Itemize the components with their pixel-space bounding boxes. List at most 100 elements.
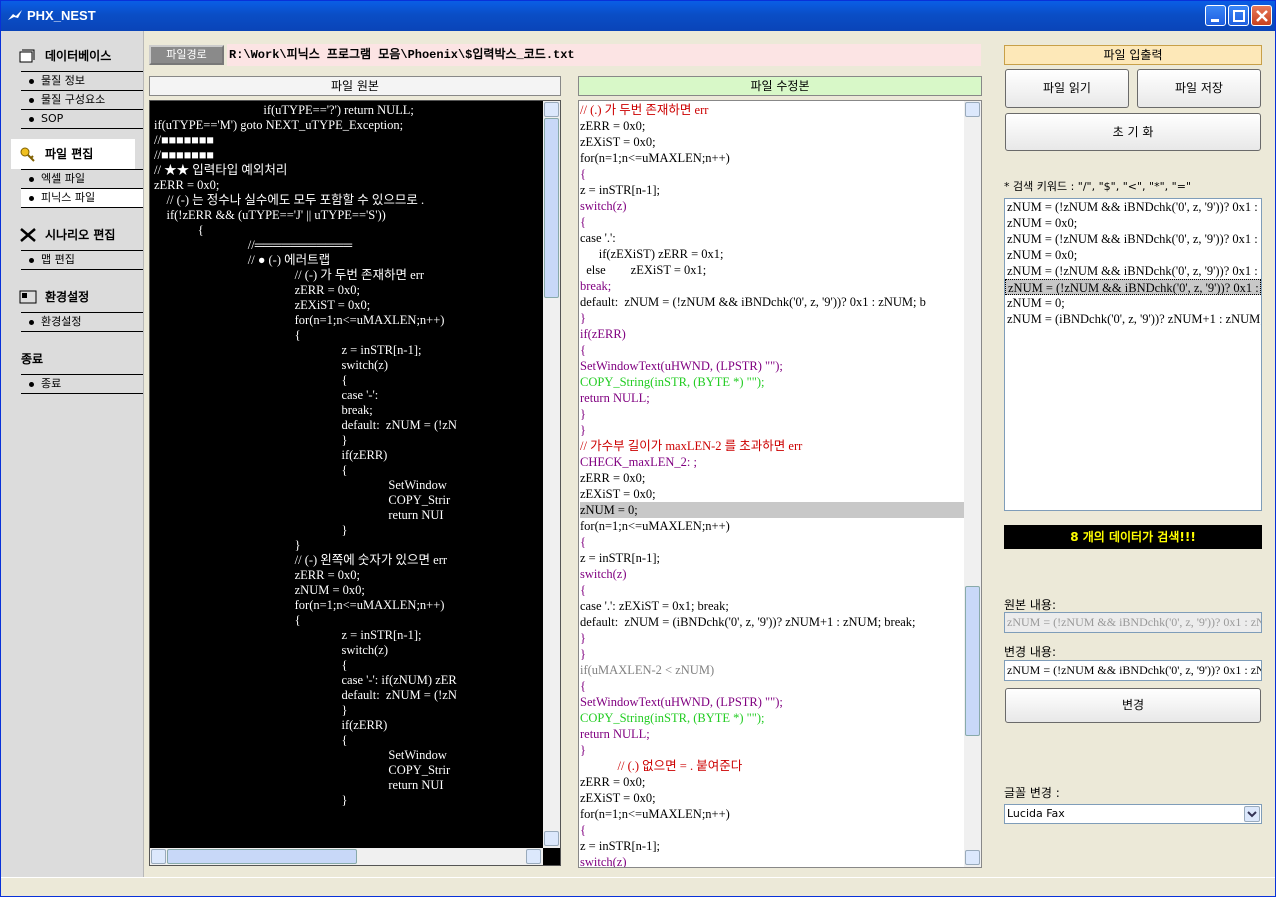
title-bar[interactable]: PHX_NEST [1, 1, 1275, 31]
nav-group-database: 데이터베이스 물질 정보 물질 구성요소 SOP [11, 41, 143, 130]
code-line: // (.) 가 두번 존재하면 err [580, 103, 709, 117]
code-line: break; [580, 279, 612, 293]
code-line: if(zERR) [580, 327, 626, 341]
nav-divider [21, 331, 143, 333]
nav-settings[interactable]: 환경설정 [11, 282, 135, 312]
code-line: } [154, 523, 348, 537]
nav-file-edit-label: 파일 편집 [45, 147, 94, 161]
apply-change-button[interactable]: 변경 [1005, 688, 1261, 723]
file-io-title: 파일 입출력 [1004, 45, 1262, 65]
nav-item-material-info[interactable]: 물질 정보 [21, 71, 143, 90]
code-line: if(zEXiST) zERR = 0x1; [580, 247, 724, 261]
nav-item-excel-file[interactable]: 엑셀 파일 [21, 169, 143, 188]
scroll-down-arrow-icon[interactable] [544, 831, 559, 846]
code-line: z = inSTR[n-1]; [154, 343, 422, 357]
nav-exit[interactable]: 종료 [11, 344, 135, 374]
search-result-row[interactable]: zNUM = 0; [1005, 295, 1261, 311]
original-code-editor[interactable]: if(uTYPE=='?') return NULL; if(uTYPE=='M'… [149, 100, 561, 866]
scroll-up-arrow-icon[interactable] [965, 102, 980, 117]
chevron-down-icon[interactable] [1244, 806, 1260, 822]
search-result-row[interactable]: zNUM = (iBNDchk('0', z, '9'))? zNUM+1 : … [1005, 311, 1261, 327]
code-line: switch(z) [580, 567, 627, 581]
nav-item-sop[interactable]: SOP [21, 109, 143, 128]
code-line: SetWindowText(uHWND, (LPSTR) ""); [580, 359, 783, 373]
maximize-icon [1233, 10, 1245, 22]
search-result-row[interactable]: zNUM = 0x0; [1005, 247, 1261, 263]
nav-divider [21, 393, 143, 395]
modified-code-lines: // (.) 가 두번 존재하면 err zERR = 0x0; zEXiST = … [580, 102, 964, 867]
code-line: CHECK_maxLEN_2: ; [580, 455, 698, 469]
code-line: } [154, 793, 348, 807]
code-line: default: zNUM = (!zN [154, 688, 457, 702]
search-result-row[interactable]: zNUM = (!zNUM && iBNDchk('0', z, '9'))? … [1005, 199, 1261, 215]
nav-file-edit[interactable]: 파일 편집 [11, 139, 135, 169]
code-line: break; [154, 403, 373, 417]
scroll-down-arrow-icon[interactable] [965, 850, 980, 865]
search-results-list[interactable]: zNUM = (!zNUM && iBNDchk('0', z, '9'))? … [1004, 198, 1262, 511]
scroll-up-arrow-icon[interactable] [544, 102, 559, 117]
code-line: if(zERR) [154, 718, 388, 732]
code-line: zEXiST = 0x0; [154, 298, 371, 312]
code-line: //■■■■■■■ [154, 148, 214, 162]
nav-item-material-components[interactable]: 물질 구성요소 [21, 90, 143, 109]
original-vertical-scrollbar[interactable] [543, 101, 560, 848]
code-line: COPY_String(inSTR, (BYTE *) ""); [580, 711, 765, 725]
modified-code-editor[interactable]: // (.) 가 두번 존재하면 err zERR = 0x0; zEXiST = … [578, 100, 982, 868]
search-result-row[interactable]: zNUM = (!zNUM && iBNDchk('0', z, '9'))? … [1005, 263, 1261, 279]
nav-divider [21, 269, 143, 271]
font-select-value: Lucida Fax [1007, 807, 1065, 820]
code-line: z = inSTR[n-1]; [580, 839, 660, 853]
code-line: //■■■■■■■ [154, 133, 214, 147]
scroll-right-arrow-icon[interactable] [526, 849, 541, 864]
bird-app-icon [8, 10, 22, 20]
close-button[interactable] [1251, 5, 1272, 26]
code-line: // ● (-) 에러트랩 [154, 253, 331, 267]
code-line: } [580, 311, 586, 325]
reset-button[interactable]: 초 기 화 [1005, 113, 1261, 151]
code-line: COPY_String(inSTR, (BYTE *) ""); [580, 375, 765, 389]
scroll-thumb[interactable] [965, 586, 980, 736]
code-line: { [154, 613, 301, 627]
nav-database-label: 데이터베이스 [45, 49, 112, 63]
nav-exit-label: 종료 [21, 352, 44, 366]
file-path-value[interactable]: R:\Work\피닉스 프로그램 모음\Phoenix\$입력박스_코드.txt [227, 44, 981, 66]
read-file-button[interactable]: 파일 읽기 [1005, 69, 1129, 108]
window-title: PHX_NEST [27, 8, 96, 23]
changed-content-field[interactable]: zNUM = (!zNUM && iBNDchk('0', z, '9'))? … [1004, 660, 1262, 681]
nav-item-exit[interactable]: 종료 [21, 374, 143, 393]
original-horizontal-scrollbar[interactable] [150, 848, 543, 865]
save-file-button[interactable]: 파일 저장 [1137, 69, 1261, 108]
scroll-thumb[interactable] [167, 849, 357, 864]
code-line: // ★★ 입력타입 예외처리 [154, 163, 288, 177]
code-line: for(n=1;n<=uMAXLEN;n++) [154, 598, 445, 612]
code-line: for(n=1;n<=uMAXLEN;n++) [580, 807, 730, 821]
search-result-row[interactable]: zNUM = 0x0; [1005, 215, 1261, 231]
code-line: switch(z) [154, 358, 389, 372]
nav-item-phoenix-file[interactable]: 피닉스 파일 [21, 188, 143, 207]
nav-scenario-edit[interactable]: 시나리오 편집 [11, 220, 135, 250]
scroll-left-arrow-icon[interactable] [151, 849, 166, 864]
code-line: } [580, 631, 586, 645]
code-line: } [154, 703, 348, 717]
code-line: z = inSTR[n-1]; [580, 183, 660, 197]
database-icon [19, 49, 35, 63]
search-result-row[interactable]: zNUM = (!zNUM && iBNDchk('0', z, '9'))? … [1005, 231, 1261, 247]
minimize-icon [1211, 19, 1219, 22]
nav-item-map-edit[interactable]: 맵 편집 [21, 250, 143, 269]
code-line: case '.': zEXiST = 0x1; break; [580, 599, 729, 613]
modified-pane-title: 파일 수정본 [578, 76, 982, 96]
maximize-button[interactable] [1228, 5, 1249, 26]
scroll-thumb[interactable] [544, 118, 559, 298]
code-line: { [580, 343, 586, 357]
code-line: if(!zERR && (uTYPE=='J' || uTYPE=='S')) [154, 208, 386, 222]
nav-database[interactable]: 데이터베이스 [11, 41, 135, 71]
file-path-bar: 파일경로 R:\Work\피닉스 프로그램 모음\Phoenix\$입력박스_코… [149, 44, 981, 66]
code-line: if(uTYPE=='?') return NULL; [154, 103, 414, 117]
code-line: case '-': [154, 388, 379, 402]
modified-vertical-scrollbar[interactable] [964, 101, 981, 867]
nav-item-settings[interactable]: 환경설정 [21, 312, 143, 331]
minimize-button[interactable] [1205, 5, 1226, 26]
search-result-row[interactable]: zNUM = (!zNUM && iBNDchk('0', z, '9'))? … [1005, 279, 1261, 295]
font-select[interactable]: Lucida Fax [1004, 804, 1262, 824]
code-line: zERR = 0x0; [154, 283, 361, 297]
